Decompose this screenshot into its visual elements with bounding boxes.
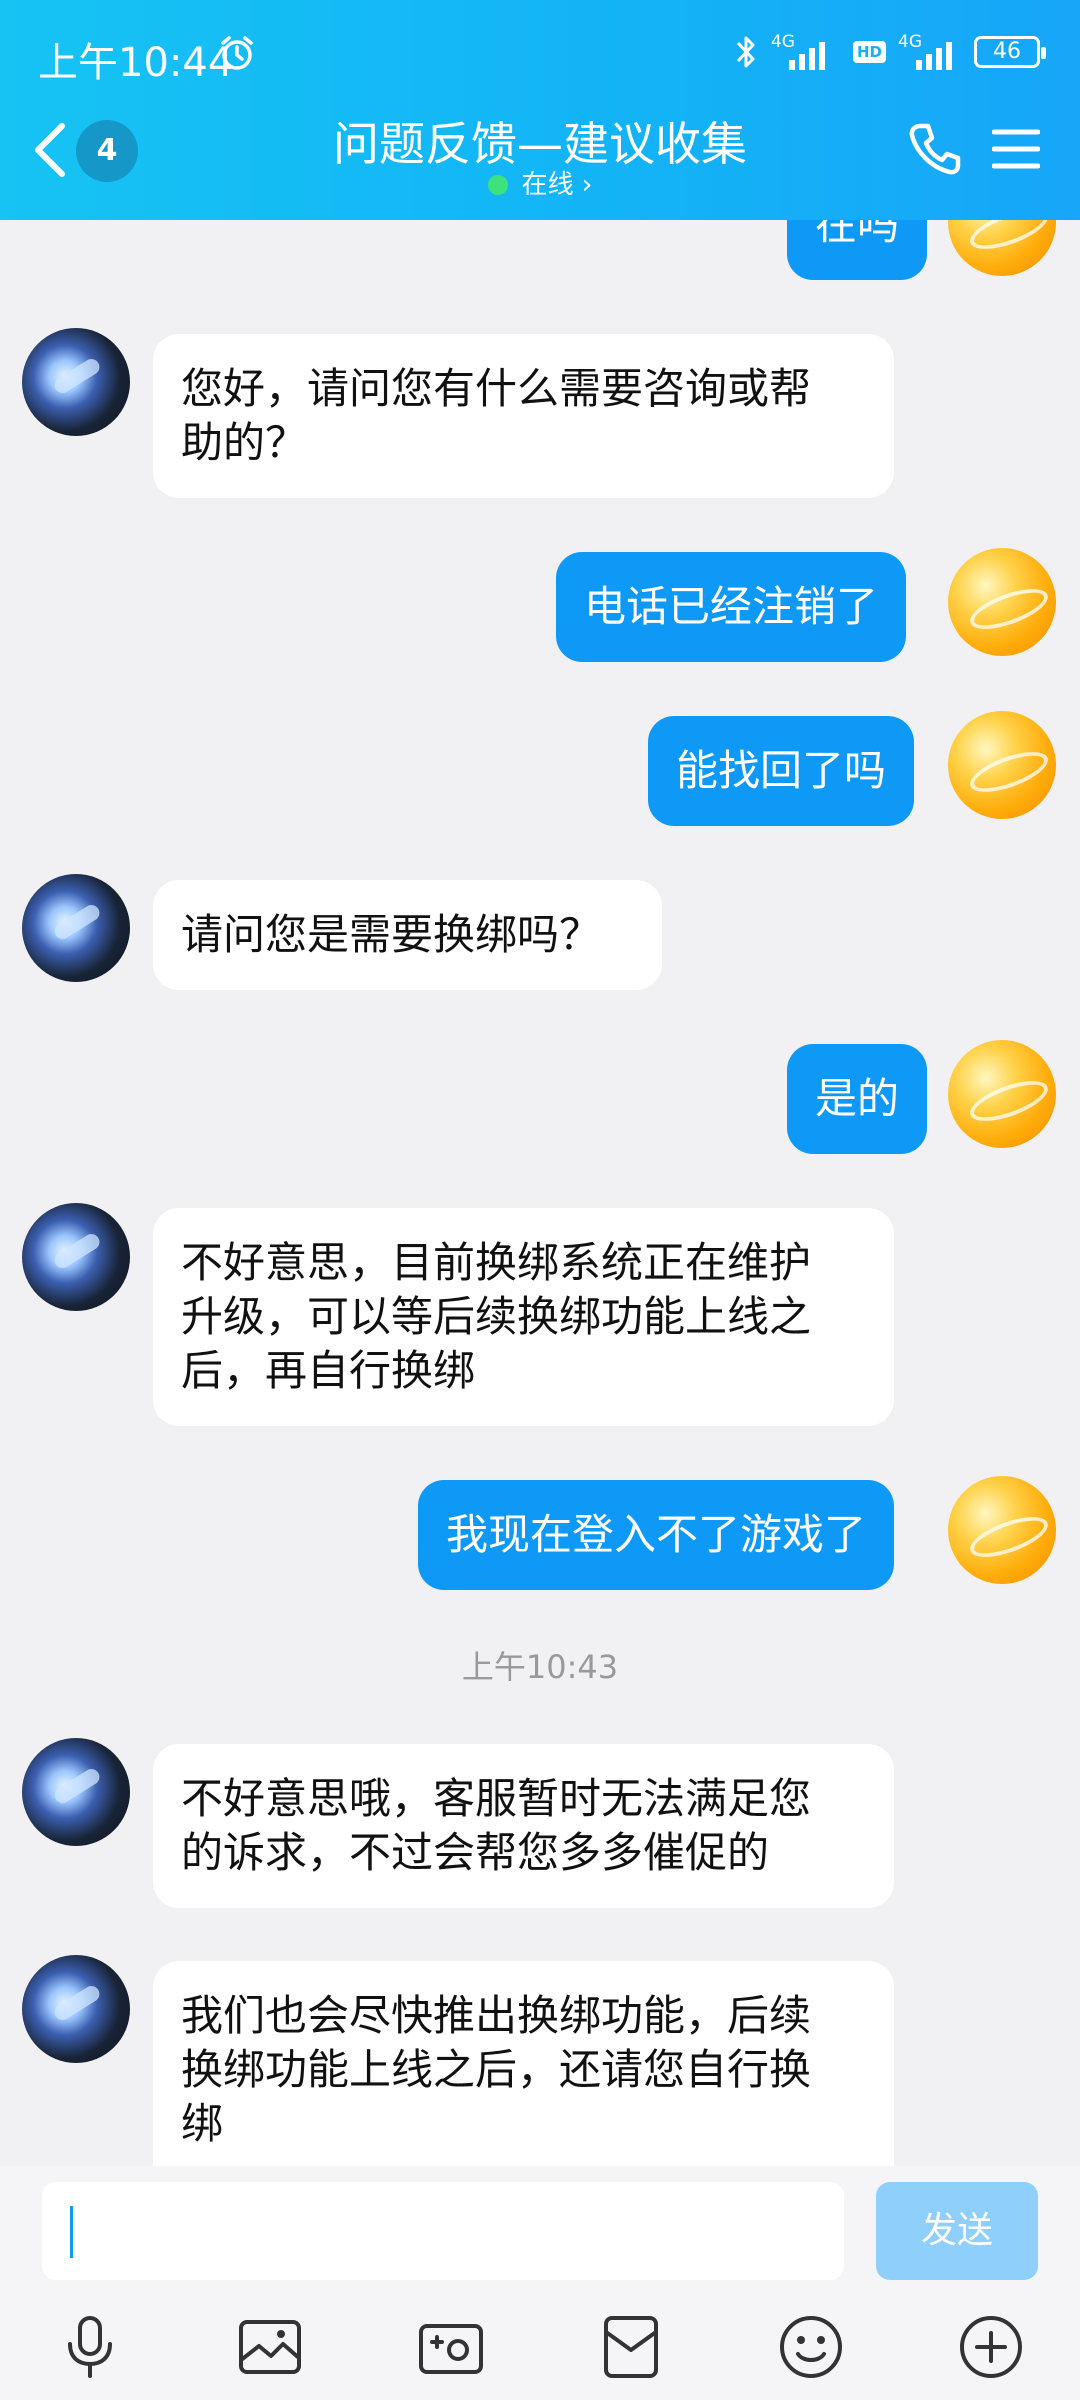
my-avatar[interactable] (948, 711, 1056, 819)
text-cursor (70, 2206, 73, 2258)
status-time: 上午10:44 (38, 40, 234, 86)
message-line: 后，再自行换绑 (181, 1346, 476, 1395)
message-text: 在吗 (815, 220, 900, 249)
my-message-bubble[interactable]: 是的 (787, 1044, 928, 1154)
input-bar: 发送 (0, 2166, 1080, 2400)
bluetooth-icon (736, 36, 755, 68)
my-avatar[interactable] (948, 220, 1056, 276)
agent-avatar[interactable] (22, 1955, 130, 2063)
hd-badge: HD (852, 41, 886, 63)
status-bar: 上午10:44 4G HD 4G 46 (0, 0, 1080, 100)
signal-indicator-2: 4G (898, 32, 962, 72)
timestamp-separator: 上午10:43 (461, 1648, 619, 1686)
my-avatar[interactable] (948, 548, 1056, 656)
message-list[interactable]: 在吗 您好，请问您有什么需要咨询或帮 助的？ 电话已经注销了 能找回了吗 请问您… (0, 220, 1080, 2166)
menu-icon[interactable] (992, 128, 1040, 170)
my-message-bubble[interactable]: 在吗 (787, 220, 928, 280)
agent-avatar[interactable] (22, 1738, 130, 1846)
message-text: 是的 (815, 1074, 900, 1123)
message-line: 不好意思，目前换绑系统正在维护 (181, 1238, 812, 1287)
online-status-label: 在线 › (521, 170, 593, 200)
message-line: 升级，可以等后续换绑功能上线之 (181, 1292, 812, 1341)
message-line: 我们也会尽快推出换绑功能，后续 (181, 1991, 812, 2040)
message-line: 请问您是需要换绑吗？ (181, 910, 602, 959)
camera-icon[interactable] (416, 2312, 486, 2382)
agent-message-bubble[interactable]: 不好意思，目前换绑系统正在维护 升级，可以等后续换绑功能上线之 后，再自行换绑 (153, 1208, 894, 1426)
my-avatar[interactable] (948, 1476, 1056, 1584)
chat-header: 上午10:44 4G HD 4G 46 4 问题反馈—建议收集 在线 › (0, 0, 1080, 220)
agent-avatar[interactable] (22, 1203, 130, 1311)
agent-avatar[interactable] (22, 328, 130, 436)
message-line: 不好意思哦，客服暂时无法满足您 (181, 1774, 812, 1823)
message-line: 您好，请问您有什么需要咨询或帮 (181, 364, 812, 413)
my-message-bubble[interactable]: 电话已经注销了 (556, 552, 907, 662)
signal-indicator-1: 4G (771, 32, 835, 72)
my-avatar[interactable] (948, 1040, 1056, 1148)
my-message-bubble[interactable]: 能找回了吗 (648, 716, 915, 826)
message-line: 的诉求，不过会帮您多多催促的 (181, 1828, 770, 1877)
agent-avatar[interactable] (22, 874, 130, 982)
message-line: 助的？ (181, 418, 308, 467)
input-toolbar (0, 2302, 1080, 2392)
microphone-icon[interactable] (55, 2312, 125, 2382)
agent-message-bubble[interactable]: 请问您是需要换绑吗？ (153, 880, 662, 990)
online-dot-icon (487, 175, 508, 195)
message-text: 我现在登入不了游戏了 (446, 1510, 867, 1559)
message-text: 能找回了吗 (676, 746, 887, 795)
send-button[interactable]: 发送 (876, 2182, 1038, 2280)
image-icon[interactable] (235, 2312, 305, 2382)
agent-message-bubble[interactable]: 不好意思哦，客服暂时无法满足您 的诉求，不过会帮您多多催促的 (153, 1744, 894, 1908)
agent-message-bubble[interactable]: 您好，请问您有什么需要咨询或帮 助的？ (153, 334, 894, 498)
message-input[interactable] (42, 2182, 844, 2280)
agent-message-bubble[interactable]: 我们也会尽快推出换绑功能，后续 换绑功能上线之后，还请您自行换 绑 (153, 1961, 894, 2166)
plus-icon[interactable] (956, 2312, 1026, 2382)
emoji-icon[interactable] (776, 2312, 846, 2382)
alarm-icon (221, 36, 253, 70)
my-message-bubble[interactable]: 我现在登入不了游戏了 (418, 1480, 895, 1590)
red-packet-icon[interactable] (596, 2312, 666, 2382)
battery-indicator: 46 (974, 36, 1046, 68)
message-text: 电话已经注销了 (584, 582, 879, 631)
phone-icon[interactable] (906, 120, 964, 178)
message-line: 换绑功能上线之后，还请您自行换 (181, 2045, 812, 2094)
message-line: 绑 (181, 2099, 224, 2148)
